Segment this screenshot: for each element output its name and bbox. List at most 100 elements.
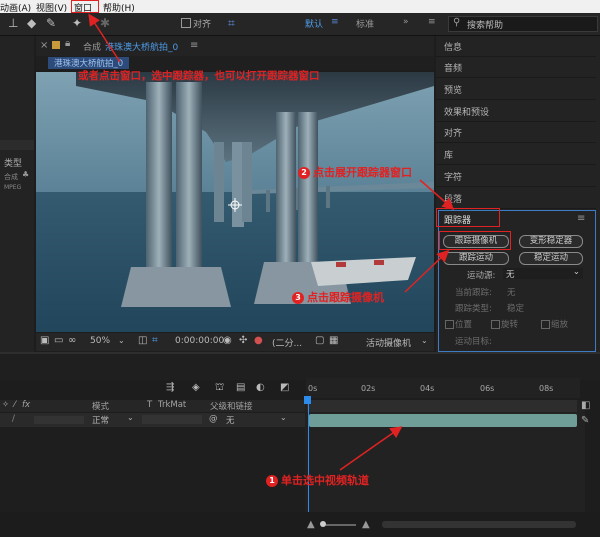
- search-help-field[interactable]: ⚲ 搜索帮助: [448, 16, 598, 32]
- zoom-in-icon[interactable]: ▲: [362, 519, 370, 530]
- timeline-pen-icon[interactable]: ✎: [581, 415, 589, 426]
- zoom-slider[interactable]: [322, 524, 356, 526]
- project-search-strip[interactable]: [0, 140, 34, 150]
- eraser-tool-icon[interactable]: ◆: [27, 16, 36, 30]
- track-motion-button[interactable]: 跟踪运动: [443, 252, 509, 265]
- channel-icon[interactable]: ✣: [239, 335, 247, 346]
- warp-stabilizer-button[interactable]: 变形稳定器: [519, 235, 583, 248]
- lock-icon[interactable]: 🔒︎: [65, 38, 70, 49]
- project-panel: 类型 合成 ♣ MPEG: [0, 36, 34, 352]
- draft-icon[interactable]: ◐: [256, 382, 265, 393]
- panel-effects-presets[interactable]: 效果和预设: [444, 105, 489, 118]
- region-of-interest-icon[interactable]: ▣: [40, 335, 49, 346]
- scale-checkbox[interactable]: [541, 320, 550, 329]
- resolution-dropdown[interactable]: (二分...: [272, 336, 302, 349]
- frame-blend-icon[interactable]: ▤: [236, 382, 245, 393]
- transparency-grid-icon[interactable]: ▦: [329, 335, 338, 346]
- panel-info[interactable]: 信息: [444, 40, 462, 53]
- rotation-checkbox[interactable]: [491, 320, 500, 329]
- stabilize-motion-button[interactable]: 稳定运动: [519, 252, 583, 265]
- zoom-slider-thumb[interactable]: [320, 521, 326, 527]
- playhead-line[interactable]: [308, 400, 309, 512]
- pin-icon[interactable]: ✱: [100, 16, 110, 30]
- workspace-more-icon[interactable]: »: [403, 17, 409, 27]
- monitor-icon[interactable]: ▭: [54, 335, 63, 346]
- pick-whip-icon[interactable]: @: [209, 414, 218, 424]
- toolbar: ⊥ ◆ ✎ ✦ ✱ 对齐 ⌗ 默认 ≡ 标准 » ≡ ⚲ 搜索帮助: [0, 13, 600, 36]
- parent-chevron-icon[interactable]: ⌄: [280, 413, 287, 422]
- glasses-icon[interactable]: ∞: [68, 335, 76, 346]
- timeline-scroll-icon[interactable]: ◧: [581, 400, 590, 411]
- trkmat-field[interactable]: [142, 415, 202, 424]
- layer-switch-icon[interactable]: /: [12, 414, 15, 424]
- brush-tool-icon[interactable]: ✎: [46, 16, 56, 30]
- align-checkbox[interactable]: [181, 18, 191, 28]
- layer-mode-chevron-icon[interactable]: ⌄: [127, 413, 134, 422]
- graph-editor-icon[interactable]: ◩: [280, 382, 289, 393]
- panel-align[interactable]: 对齐: [444, 126, 462, 139]
- layer-mode-dropdown[interactable]: 正常: [92, 414, 109, 426]
- zoom-chevron-icon[interactable]: ⌄: [118, 336, 125, 345]
- camera-icon[interactable]: ◉: [223, 335, 232, 346]
- scale-label: 缩放: [551, 320, 569, 330]
- timecode-display[interactable]: 0:00:00:00: [175, 336, 224, 346]
- close-tab-icon[interactable]: ×: [40, 40, 48, 51]
- annotation-window-menu: 或者点击窗口，选中跟踪器，也可以打开跟踪器窗口: [78, 70, 320, 82]
- composition-tab-menu-icon[interactable]: ≡: [190, 40, 198, 51]
- anchor-tool-icon[interactable]: ⊥: [8, 16, 18, 30]
- grid-icon[interactable]: ⌗: [152, 335, 158, 346]
- ruler-tick-3: 06s: [480, 384, 495, 393]
- current-track-value: 无: [507, 288, 516, 298]
- step-1-number: 1: [266, 475, 278, 487]
- track-header-row: [307, 400, 577, 412]
- ruler-tick-1: 02s: [361, 384, 376, 393]
- workspace-standard[interactable]: 标准: [356, 17, 374, 30]
- motion-source-select[interactable]: 无 ⌄: [503, 267, 583, 280]
- panel-character[interactable]: 字符: [444, 170, 462, 183]
- motion-source-value: 无: [506, 270, 515, 280]
- snap-icon[interactable]: ⌗: [228, 16, 235, 31]
- layer-parent-dropdown[interactable]: 无: [226, 414, 235, 426]
- shy-column-icon: ⁄: [14, 400, 16, 410]
- project-mp4-label: MPEG: [4, 184, 22, 191]
- 3d-layer-icon[interactable]: ◈: [192, 382, 200, 393]
- zoom-out-icon[interactable]: ▲: [307, 519, 315, 530]
- puppet-pin-tool-icon[interactable]: ✦: [72, 16, 82, 30]
- timeline-layer-row[interactable]: / 正常 ⌄ @ 无 ⌄: [0, 413, 305, 427]
- layer-switches[interactable]: [34, 416, 84, 424]
- solo-column-icon: ✧: [2, 400, 10, 410]
- annotation-step-3: 3 点击跟踪摄像机: [292, 289, 384, 305]
- camera-view-dropdown[interactable]: 活动摄像机: [366, 336, 411, 349]
- composition-tab-title[interactable]: 港珠澳大桥航拍_0: [105, 40, 178, 53]
- zoom-dropdown[interactable]: 50%: [90, 336, 110, 346]
- workspace-default[interactable]: 默认: [305, 17, 323, 30]
- position-checkbox[interactable]: [445, 320, 454, 329]
- panel-audio[interactable]: 音频: [444, 61, 462, 74]
- search-help-placeholder: 搜索帮助: [467, 21, 504, 31]
- tracker-menu-icon[interactable]: ≡: [577, 213, 585, 224]
- color-channel-icon[interactable]: ●: [254, 335, 263, 346]
- highlight-tracker-title: [436, 208, 500, 227]
- ruler-tick-0: 0s: [308, 384, 318, 393]
- fit-icon[interactable]: ◫: [138, 335, 147, 346]
- playhead-handle[interactable]: [304, 396, 311, 404]
- camera-chevron-icon[interactable]: ⌄: [421, 336, 428, 345]
- highlight-track-camera: [439, 231, 511, 250]
- timeline-ruler[interactable]: 0s 02s 04s 06s 08s: [306, 378, 580, 398]
- panel-preview[interactable]: 预览: [444, 83, 462, 96]
- toolbar-menu-icon[interactable]: ≡: [428, 17, 436, 27]
- panel-library[interactable]: 库: [444, 148, 453, 161]
- timeline-scrollbar[interactable]: [382, 521, 576, 528]
- rotation-label: 旋转: [501, 320, 519, 330]
- shy-layer-icon[interactable]: ⛫: [215, 382, 224, 395]
- video-clip-track[interactable]: [309, 414, 577, 427]
- composition-item-icon: ♣: [22, 170, 30, 179]
- track-type-value: 稳定: [507, 304, 525, 314]
- timeline-tracks: [305, 400, 585, 512]
- motion-blur-icon[interactable]: ⇶: [166, 382, 174, 393]
- motion-target-label: 运动目标:: [455, 337, 492, 347]
- right-panel: 信息 音频 预览 效果和预设 对齐 库 字符 段落 跟踪器 ≡ 跟踪摄像机 变形…: [436, 36, 600, 352]
- region-icon[interactable]: ▢: [315, 335, 324, 346]
- panel-paragraph[interactable]: 段落: [444, 192, 462, 205]
- timeline-zoom-bar: ▲ ▲: [0, 512, 600, 537]
